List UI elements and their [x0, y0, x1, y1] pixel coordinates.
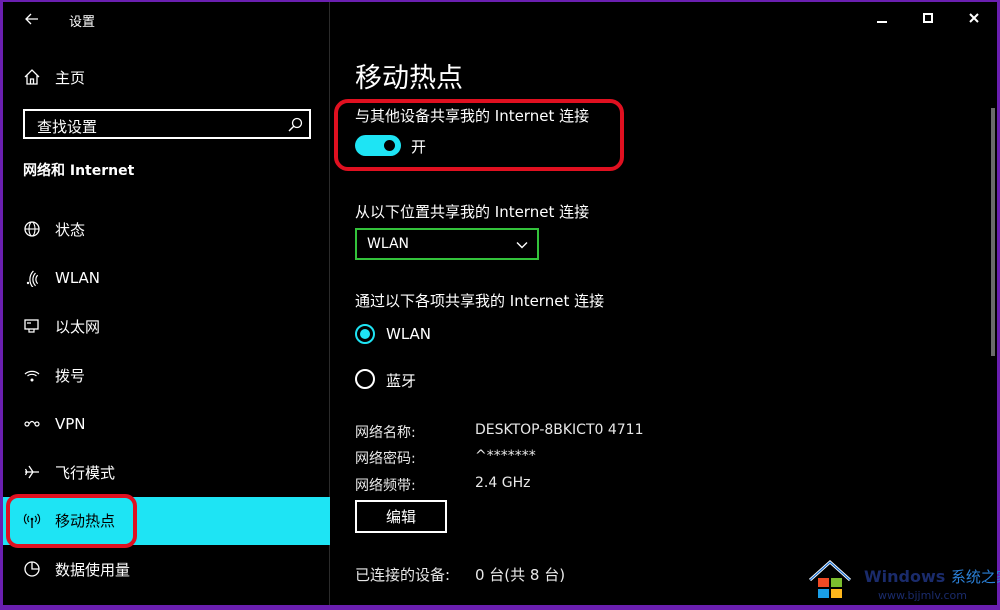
app-title: 设置: [69, 15, 96, 30]
radio-bluetooth[interactable]: [355, 369, 375, 389]
main-content: 移动热点 与其他设备共享我的 Internet 连接 开 从以下位置共享我的 I…: [331, 2, 997, 605]
section-title: 网络和 Internet: [23, 163, 135, 179]
ethernet-icon: [23, 317, 41, 335]
sidebar-nav: 状态 WLAN 以太网 拨号 VPN 飞行模式 移动热点 数据使用量: [3, 205, 330, 594]
network-band-key: 网络频带:: [355, 478, 416, 494]
close-button[interactable]: [951, 2, 997, 34]
sidebar-item-status[interactable]: 状态: [3, 205, 330, 254]
back-arrow-icon: [25, 13, 38, 25]
window-controls: [859, 2, 997, 34]
sidebar-item-label: 移动热点: [55, 512, 116, 531]
search-icon[interactable]: [287, 117, 303, 133]
sidebar-item-dialup[interactable]: 拨号: [3, 351, 330, 400]
toggle-knob: [384, 140, 395, 151]
home-nav-item[interactable]: 主页: [3, 60, 330, 94]
airplane-icon: [23, 463, 41, 481]
network-band-value: 2.4 GHz: [475, 475, 531, 491]
edit-button[interactable]: 编辑: [355, 500, 447, 533]
watermark-brand-cn: 系统之家: [950, 568, 1000, 586]
sidebar-item-label: 数据使用量: [55, 560, 131, 579]
network-password-value: ^*******: [475, 448, 536, 464]
sidebar-item-label: WLAN: [55, 268, 101, 287]
sidebar-item-label: 以太网: [55, 317, 101, 336]
hotspot-toggle[interactable]: [355, 135, 401, 156]
share-via-label: 通过以下各项共享我的 Internet 连接: [355, 292, 605, 310]
close-icon: [969, 13, 979, 23]
data-usage-icon: [23, 560, 41, 578]
sidebar-item-ethernet[interactable]: 以太网: [3, 302, 330, 351]
share-from-dropdown[interactable]: WLAN: [355, 228, 539, 260]
maximize-icon: [923, 13, 933, 23]
connected-devices-key: 已连接的设备:: [355, 566, 451, 584]
titlebar: 设置: [3, 2, 330, 36]
watermark: Windows 系统之家 www.bjjmlv.com: [806, 556, 1000, 610]
hotspot-icon: [23, 512, 41, 530]
minimize-button[interactable]: [859, 2, 905, 34]
scrollbar[interactable]: [991, 108, 995, 356]
radio-wlan[interactable]: [355, 324, 375, 344]
network-name-value: DESKTOP-8BKICT0 4711: [475, 422, 644, 438]
sidebar-item-data-usage[interactable]: 数据使用量: [3, 545, 330, 594]
sidebar-item-airplane[interactable]: 飞行模式: [3, 448, 330, 497]
watermark-brand-en: Windows: [864, 567, 946, 586]
page-title: 移动热点: [355, 63, 463, 94]
connected-devices-value: 0 台(共 8 台): [475, 566, 566, 584]
watermark-brand: Windows 系统之家: [864, 566, 1000, 587]
radio-wlan-label: WLAN: [386, 325, 432, 343]
sidebar-item-label: VPN: [55, 414, 86, 433]
share-internet-label: 与其他设备共享我的 Internet 连接: [355, 107, 590, 125]
home-icon: [24, 69, 40, 85]
sidebar-item-wlan[interactable]: WLAN: [3, 254, 330, 303]
share-from-label: 从以下位置共享我的 Internet 连接: [355, 203, 590, 221]
wifi-icon: [23, 269, 41, 287]
watermark-url: www.bjjmlv.com: [878, 589, 967, 602]
globe-icon: [23, 220, 41, 238]
sidebar-item-label: 拨号: [55, 366, 86, 385]
share-from-value: WLAN: [367, 236, 410, 252]
network-name-key: 网络名称:: [355, 425, 416, 441]
back-button[interactable]: [19, 8, 45, 30]
sidebar-item-label: 状态: [55, 220, 86, 239]
home-label: 主页: [55, 68, 86, 87]
search-placeholder: 查找设置: [37, 118, 98, 136]
vpn-icon: [23, 415, 41, 433]
windows-logo-icon: [808, 559, 852, 598]
radio-bluetooth-label: 蓝牙: [386, 372, 417, 390]
minimize-icon: [877, 21, 887, 23]
search-input[interactable]: 查找设置: [23, 109, 311, 139]
sidebar-item-label: 飞行模式: [55, 463, 116, 482]
chevron-down-icon: [516, 242, 528, 249]
sidebar: 设置 主页 查找设置 网络和 Internet 状态 WLAN 以太网 拨号 V…: [3, 2, 330, 605]
sidebar-item-mobile-hotspot[interactable]: 移动热点: [3, 496, 330, 546]
maximize-button[interactable]: [905, 2, 951, 34]
dialup-icon: [23, 366, 41, 384]
settings-window: 设置 主页 查找设置 网络和 Internet 状态 WLAN 以太网 拨号 V…: [3, 2, 997, 605]
sidebar-item-vpn[interactable]: VPN: [3, 399, 330, 448]
network-password-key: 网络密码:: [355, 451, 416, 467]
toggle-state-label: 开: [411, 138, 427, 156]
